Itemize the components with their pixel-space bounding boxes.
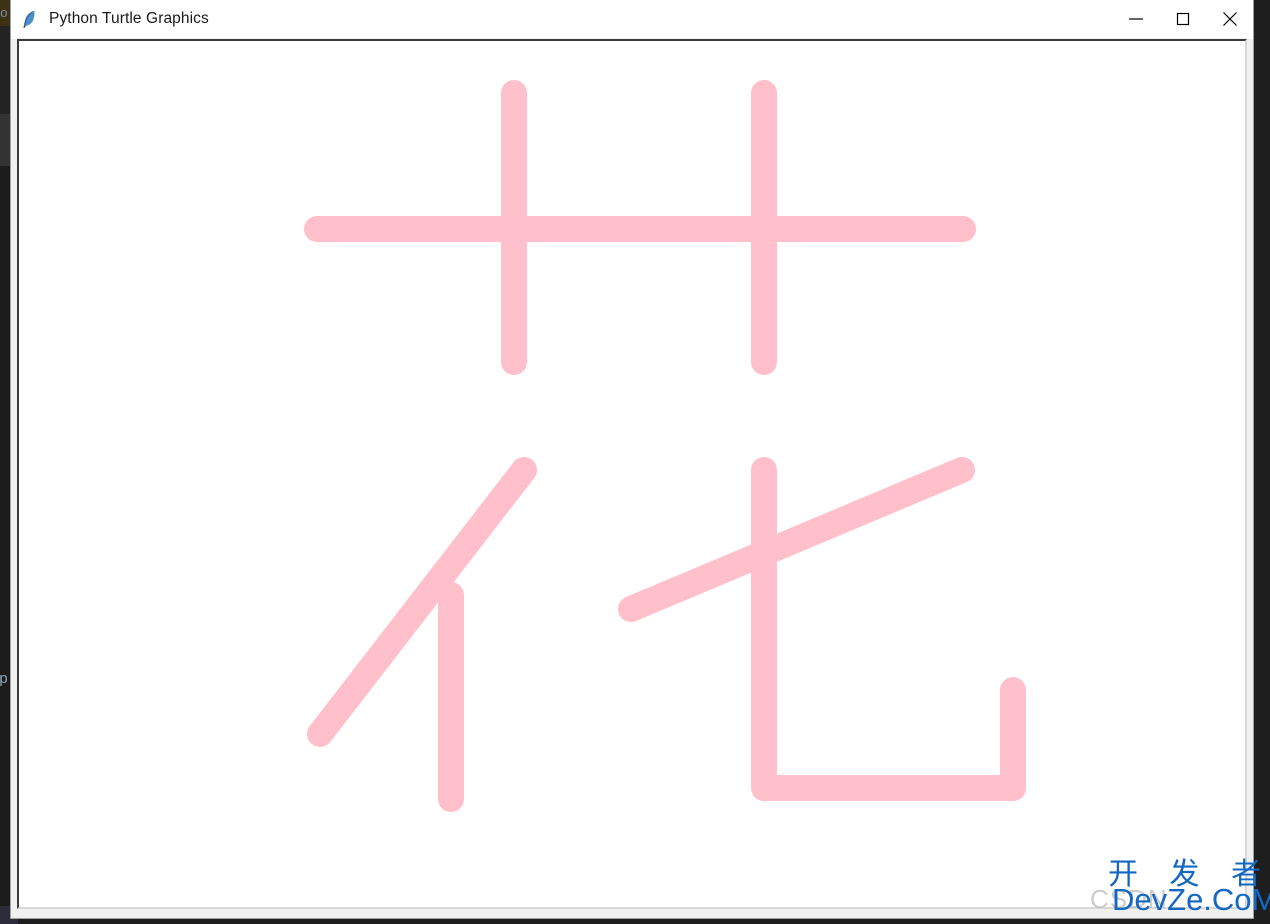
character-stroke-layer xyxy=(304,80,1026,812)
close-button[interactable] xyxy=(1206,0,1253,38)
backdrop-glyph-left: p xyxy=(0,671,9,688)
window-controls xyxy=(1112,0,1253,38)
backdrop-glyph-top: o xyxy=(0,6,8,21)
minimize-button[interactable] xyxy=(1112,0,1159,38)
title-bar[interactable]: Python Turtle Graphics xyxy=(11,0,1253,39)
canvas-frame xyxy=(16,38,1248,910)
spoon-radical-rising xyxy=(618,457,975,622)
close-icon xyxy=(1222,12,1237,26)
spoon-radical-vertical-bend xyxy=(751,457,1026,801)
window-title: Python Turtle Graphics xyxy=(49,10,209,27)
watermark-site-text: DevZe.CoM xyxy=(1112,882,1270,917)
maximize-button[interactable] xyxy=(1159,0,1206,38)
person-radical-left-falling xyxy=(307,457,537,747)
minimize-icon xyxy=(1128,18,1143,20)
turtle-drawing-canvas[interactable] xyxy=(19,41,1245,907)
feather-icon xyxy=(23,10,35,28)
canvas-bevel xyxy=(17,39,1247,909)
turtle-graphics-window: Python Turtle Graphics xyxy=(11,0,1253,918)
maximize-icon xyxy=(1176,12,1189,26)
